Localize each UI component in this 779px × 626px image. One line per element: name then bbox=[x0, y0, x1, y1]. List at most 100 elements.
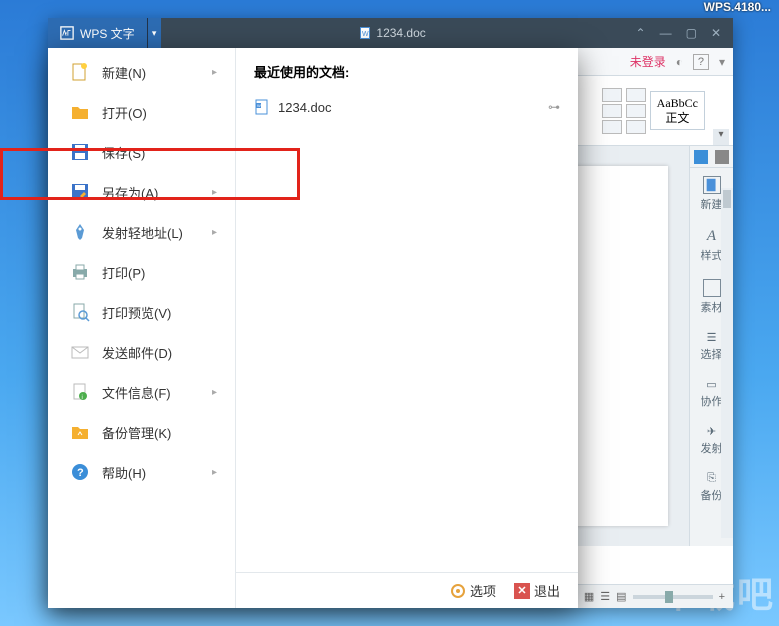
menu-item-print[interactable]: 打印(P) bbox=[48, 252, 235, 292]
open-folder-icon bbox=[70, 102, 90, 122]
backup-folder-icon bbox=[70, 422, 90, 442]
menu-label: 打开(O) bbox=[102, 103, 147, 122]
skin-icon[interactable]: ◐ bbox=[676, 55, 683, 69]
svg-text:?: ? bbox=[77, 467, 84, 479]
vertical-scrollbar[interactable] bbox=[721, 188, 733, 538]
menu-label: 另存为(A) bbox=[102, 183, 158, 202]
side-label: 备份 bbox=[701, 487, 723, 503]
submenu-arrow-icon: ▸ bbox=[212, 387, 217, 398]
menu-item-backup-manage[interactable]: 备份管理(K) bbox=[48, 412, 235, 452]
ribbon-btn[interactable] bbox=[626, 120, 646, 134]
save-as-icon bbox=[70, 182, 90, 202]
recent-files-panel: 最近使用的文档: W 1234.doc ⊶ bbox=[236, 48, 578, 608]
ribbon-expand-icon[interactable]: ▾ bbox=[713, 129, 729, 145]
file-menu-footer: 选项 ✕ 退出 bbox=[236, 572, 578, 608]
file-menu-list: 新建(N) ▸ 打开(O) 保存(S) 另存为(A) ▸ 发射轻地址(L) ▸ … bbox=[48, 48, 236, 608]
menu-item-help[interactable]: ? 帮助(H) ▸ bbox=[48, 452, 235, 492]
recent-file-name: 1234.doc bbox=[278, 100, 332, 115]
help-icon[interactable]: ? bbox=[693, 54, 709, 70]
document-tab[interactable]: W 1234.doc bbox=[358, 26, 425, 40]
zoom-in[interactable]: + bbox=[719, 591, 725, 603]
exit-button[interactable]: ✕ 退出 bbox=[514, 581, 560, 600]
menu-label: 保存(S) bbox=[102, 143, 145, 162]
menu-label: 发射轻地址(L) bbox=[102, 223, 183, 242]
backup-icon: ⎘ bbox=[707, 472, 716, 485]
menu-label: 帮助(H) bbox=[102, 463, 146, 482]
side-label: 样式 bbox=[701, 247, 723, 263]
recent-file-item[interactable]: W 1234.doc ⊶ bbox=[254, 95, 560, 119]
side-label: 素材 bbox=[701, 299, 723, 315]
view-btn[interactable]: ▦ bbox=[584, 590, 594, 603]
file-info-icon: i bbox=[70, 382, 90, 402]
doc-small-icon: W bbox=[254, 99, 270, 115]
side-label: 选择 bbox=[701, 346, 723, 362]
menu-item-print-preview[interactable]: 打印预览(V) bbox=[48, 292, 235, 332]
minimize-button[interactable]: — bbox=[660, 26, 672, 40]
ribbon-btn[interactable] bbox=[626, 104, 646, 118]
more-caret-icon[interactable]: ▾ bbox=[719, 55, 725, 69]
menu-label: 打印预览(V) bbox=[102, 303, 171, 322]
style-sample: AaBbCc bbox=[657, 96, 698, 110]
svg-text:W: W bbox=[362, 31, 369, 38]
ribbon-collapse-icon[interactable]: ⌃ bbox=[636, 26, 646, 40]
style-preview-button[interactable]: AaBbCc 正文 bbox=[650, 91, 705, 130]
maximize-button[interactable]: ▢ bbox=[686, 26, 697, 40]
side-label: 发射 bbox=[701, 440, 723, 456]
submenu-arrow-icon: ▸ bbox=[212, 227, 217, 238]
view-btn[interactable]: ☰ bbox=[600, 590, 610, 603]
ribbon-btn[interactable] bbox=[626, 88, 646, 102]
zoom-slider[interactable] bbox=[633, 595, 713, 599]
printer-icon bbox=[70, 262, 90, 282]
menu-item-open[interactable]: 打开(O) bbox=[48, 92, 235, 132]
help-circle-icon: ? bbox=[70, 462, 90, 482]
window-controls: ⌃ — ▢ ✕ bbox=[624, 26, 733, 40]
menu-label: 打印(P) bbox=[102, 263, 145, 282]
print-preview-icon bbox=[70, 302, 90, 322]
save-disk-icon bbox=[70, 142, 90, 162]
svg-text:i: i bbox=[82, 395, 83, 401]
view-btn[interactable]: ▤ bbox=[616, 590, 626, 603]
zoom-thumb[interactable] bbox=[665, 591, 673, 603]
exit-x-icon: ✕ bbox=[514, 583, 530, 599]
app-menu-tab[interactable]: WPS 文字 bbox=[48, 18, 147, 48]
submenu-arrow-icon: ▸ bbox=[212, 187, 217, 198]
menu-label: 发送邮件(D) bbox=[102, 343, 172, 362]
menu-item-launch-light-address[interactable]: 发射轻地址(L) ▸ bbox=[48, 212, 235, 252]
new-file-icon bbox=[70, 62, 90, 82]
app-name-label: WPS 文字 bbox=[80, 25, 135, 42]
ribbon-group-1 bbox=[602, 88, 622, 134]
menu-item-file-info[interactable]: i 文件信息(F) ▸ bbox=[48, 372, 235, 412]
side-tab[interactable] bbox=[694, 150, 708, 164]
collab-icon: ▭ bbox=[706, 378, 716, 391]
menu-label: 备份管理(K) bbox=[102, 423, 171, 442]
doc-name-label: 1234.doc bbox=[376, 26, 425, 40]
login-status[interactable]: 未登录 bbox=[630, 53, 666, 70]
ribbon-btn[interactable] bbox=[602, 120, 622, 134]
recent-files-header: 最近使用的文档: bbox=[254, 62, 560, 81]
ribbon-btn[interactable] bbox=[602, 104, 622, 118]
options-button[interactable]: 选项 bbox=[450, 581, 496, 600]
outer-watermark-top: WPS.4180... bbox=[704, 0, 771, 14]
material-icon bbox=[703, 279, 721, 297]
svg-text:W: W bbox=[257, 103, 261, 108]
menu-item-new[interactable]: 新建(N) ▸ bbox=[48, 52, 235, 92]
app-menu-caret[interactable]: ▾ bbox=[147, 18, 161, 48]
titlebar: WPS 文字 ▾ W 1234.doc ⌃ — ▢ ✕ bbox=[48, 18, 733, 48]
rocket-small-icon bbox=[70, 222, 90, 242]
ribbon-btn[interactable] bbox=[602, 88, 622, 102]
pin-icon[interactable]: ⊶ bbox=[548, 100, 560, 114]
scroll-thumb[interactable] bbox=[723, 190, 731, 208]
side-panel-tabs bbox=[690, 146, 733, 168]
menu-item-save-as[interactable]: 另存为(A) ▸ bbox=[48, 172, 235, 212]
rocket-icon: ✈ bbox=[707, 425, 716, 438]
close-button[interactable]: ✕ bbox=[711, 26, 721, 40]
menu-item-save[interactable]: 保存(S) bbox=[48, 132, 235, 172]
file-new-icon bbox=[703, 176, 721, 194]
side-label: 协作 bbox=[701, 393, 723, 409]
side-tab[interactable] bbox=[715, 150, 729, 164]
mail-icon bbox=[70, 342, 90, 362]
exit-label: 退出 bbox=[534, 581, 560, 600]
menu-item-send-mail[interactable]: 发送邮件(D) bbox=[48, 332, 235, 372]
menu-label: 文件信息(F) bbox=[102, 383, 171, 402]
file-menu-dropdown: 新建(N) ▸ 打开(O) 保存(S) 另存为(A) ▸ 发射轻地址(L) ▸ … bbox=[48, 48, 578, 608]
